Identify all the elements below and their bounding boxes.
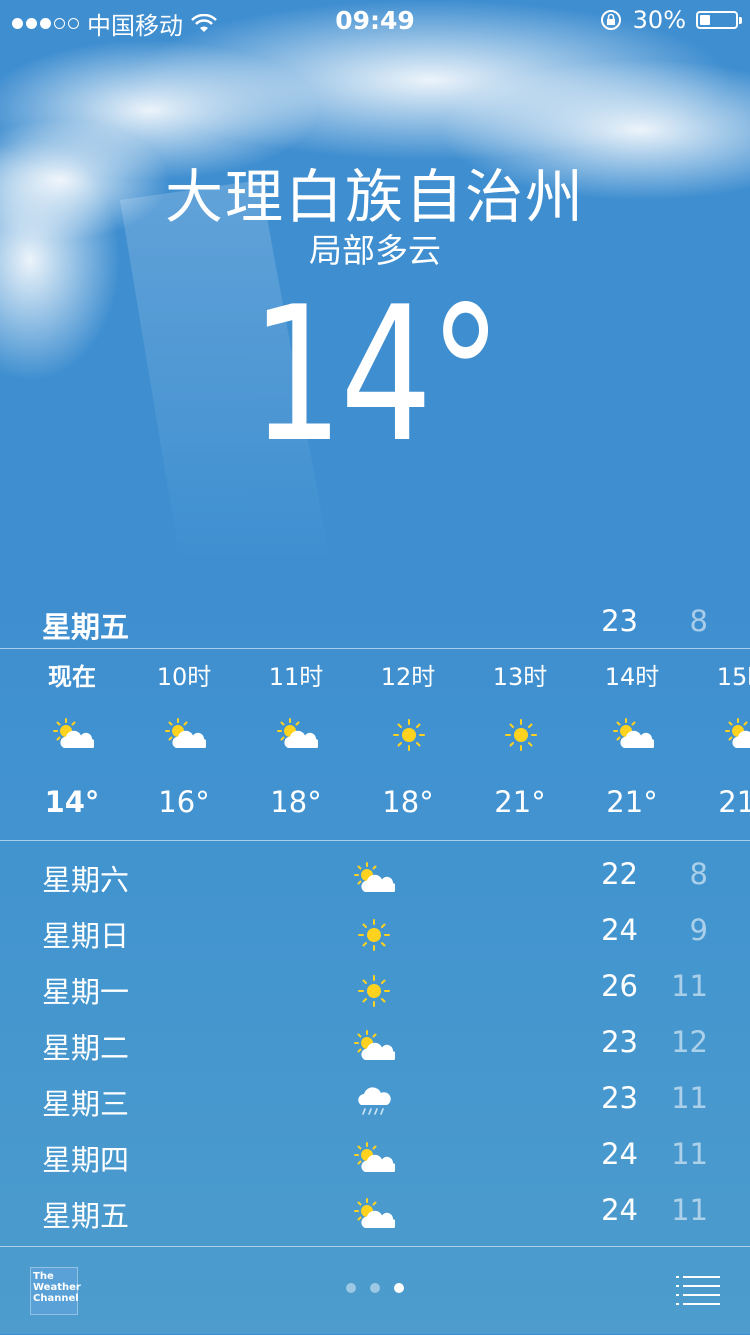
hourly-item: 11时 18° xyxy=(240,649,352,840)
forecast-day: 星期五 xyxy=(42,1199,130,1233)
forecast-low: 11 xyxy=(671,1193,708,1227)
daily-row: 星期五 24 11 xyxy=(0,1184,750,1240)
partly-cloudy-icon xyxy=(164,715,208,757)
hourly-item: 14时 21° xyxy=(576,649,688,840)
sun-icon xyxy=(353,915,395,951)
hour-temperature: 16° xyxy=(158,785,210,819)
hour-label: 12时 xyxy=(380,663,436,691)
hourly-item: 12时 18° xyxy=(352,649,464,840)
forecast-high: 24 xyxy=(601,1193,638,1227)
hour-label: 现在 xyxy=(48,663,96,691)
partly-cloudy-icon xyxy=(724,715,750,757)
hour-temperature: 18° xyxy=(270,785,322,819)
forecast-day: 星期六 xyxy=(42,863,130,897)
page-dot[interactable] xyxy=(346,1283,356,1293)
daily-row: 星期日 24 9 xyxy=(0,904,750,960)
partly-cloudy-icon xyxy=(52,715,96,757)
hourly-item: 现在 14° xyxy=(16,649,128,840)
sun-icon xyxy=(500,715,542,757)
hour-temperature: 21° xyxy=(494,785,546,819)
forecast-low: 8 xyxy=(689,857,708,891)
daily-forecast[interactable]: 星期六 22 8 星期日 24 9 星期一 26 11 星期二 23 12 星期三 23… xyxy=(0,848,750,1240)
page-dot[interactable] xyxy=(370,1283,380,1293)
hour-temperature: 14° xyxy=(44,785,100,819)
forecast-high: 23 xyxy=(601,1025,638,1059)
forecast-high: 23 xyxy=(601,1081,638,1115)
bottom-bar: The Weather Channel xyxy=(0,1246,750,1335)
today-high: 23 xyxy=(601,604,638,638)
forecast-low: 11 xyxy=(671,1081,708,1115)
hourly-item: 15时 21° xyxy=(688,649,750,840)
page-indicator[interactable] xyxy=(0,1283,750,1293)
current-temperature: 14° xyxy=(251,266,502,483)
forecast-day: 星期三 xyxy=(42,1087,130,1121)
hourly-item: 10时 16° xyxy=(128,649,240,840)
partly-cloudy-icon xyxy=(353,1195,397,1231)
forecast-low: 12 xyxy=(671,1025,708,1059)
hour-label: 11时 xyxy=(268,663,324,691)
sun-icon xyxy=(353,971,395,1007)
partly-cloudy-icon xyxy=(353,859,397,895)
today-low: 8 xyxy=(689,604,708,638)
daily-row: 星期三 23 11 xyxy=(0,1072,750,1128)
rain-icon xyxy=(353,1083,395,1119)
daily-row: 星期二 23 12 xyxy=(0,1016,750,1072)
forecast-high: 22 xyxy=(601,857,638,891)
rotation-lock-icon xyxy=(600,10,621,30)
daily-row: 星期六 22 8 xyxy=(0,848,750,904)
forecast-low: 11 xyxy=(671,1137,708,1171)
partly-cloudy-icon xyxy=(353,1139,397,1175)
hour-label: 14时 xyxy=(604,663,660,691)
hour-temperature: 18° xyxy=(382,785,434,819)
battery-icon xyxy=(696,11,742,29)
hour-label: 10时 xyxy=(156,663,212,691)
status-bar: 中国移动 09:49 30% xyxy=(0,0,750,40)
hour-label: 15时 xyxy=(716,663,750,691)
weather-condition: 局部多云 xyxy=(309,231,441,270)
forecast-high: 24 xyxy=(601,1137,638,1171)
partly-cloudy-icon xyxy=(612,715,656,757)
forecast-day: 星期二 xyxy=(42,1031,130,1065)
forecast-day: 星期日 xyxy=(42,919,130,953)
page-dot[interactable] xyxy=(394,1283,404,1293)
sun-icon xyxy=(388,715,430,757)
partly-cloudy-icon xyxy=(353,1027,397,1063)
hour-temperature: 21° xyxy=(718,785,750,819)
forecast-low: 9 xyxy=(689,913,708,947)
hourly-item: 13时 21° xyxy=(464,649,576,840)
forecast-day: 星期四 xyxy=(42,1143,130,1177)
today-summary: 星期五 23 8 xyxy=(0,598,750,649)
today-day: 星期五 xyxy=(42,610,130,644)
hourly-forecast[interactable]: 现在 14° 10时 16° 11时 18° 12时 18° 13时 21° 14时 21… xyxy=(0,649,750,841)
city-list-icon[interactable] xyxy=(676,1275,720,1305)
forecast-day: 星期一 xyxy=(42,975,130,1009)
daily-row: 星期四 24 11 xyxy=(0,1128,750,1184)
battery-percent: 30% xyxy=(632,6,686,34)
partly-cloudy-icon xyxy=(276,715,320,757)
forecast-low: 11 xyxy=(671,969,708,1003)
forecast-high: 24 xyxy=(601,913,638,947)
daily-row: 星期一 26 11 xyxy=(0,960,750,1016)
hour-temperature: 21° xyxy=(606,785,658,819)
hour-label: 13时 xyxy=(492,663,548,691)
forecast-high: 26 xyxy=(601,969,638,1003)
city-name: 大理白族自治州 xyxy=(164,163,585,231)
